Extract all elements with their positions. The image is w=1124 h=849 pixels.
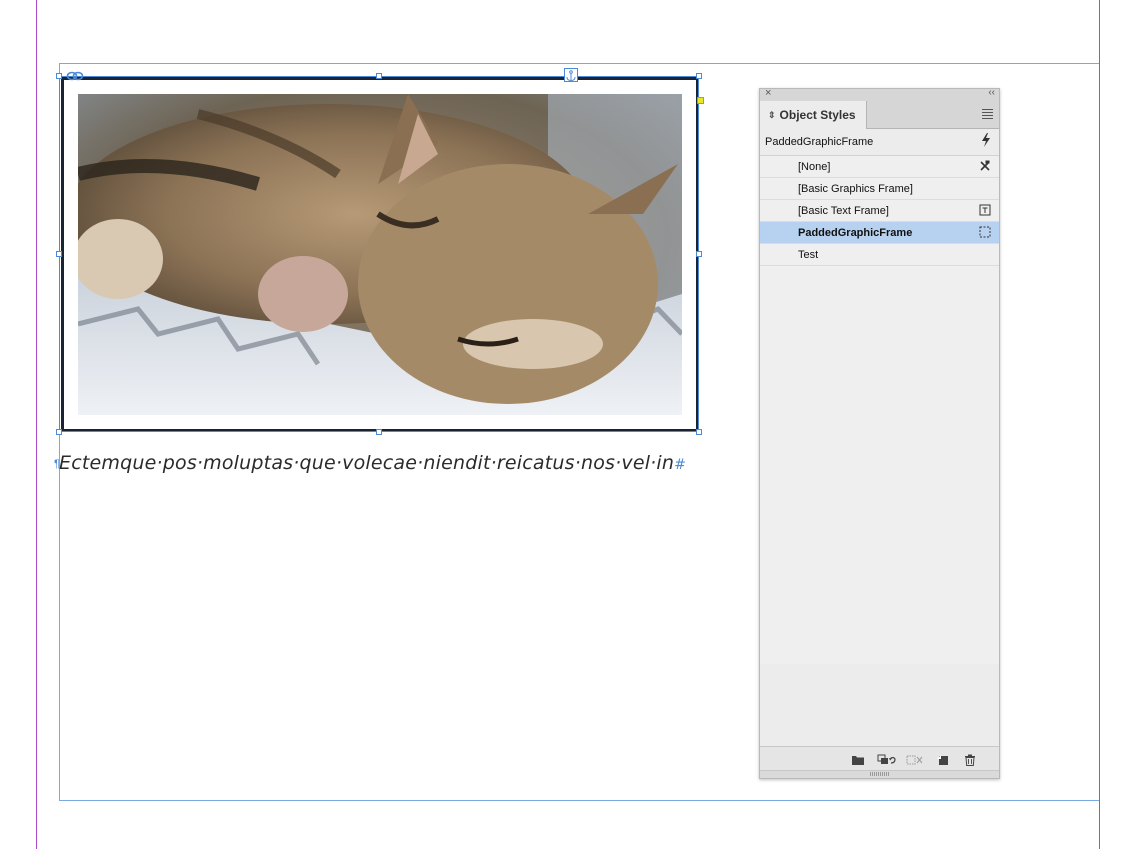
style-item-basic-text-frame[interactable]: [Basic Text Frame]: [760, 200, 999, 222]
panel-menu-icon[interactable]: [982, 109, 993, 121]
link-icon[interactable]: [66, 71, 84, 81]
tab-object-styles[interactable]: ⇕ Object Styles: [760, 101, 867, 129]
current-style-row: PaddedGraphicFrame: [760, 129, 999, 156]
clear-overrides-icon: [980, 160, 990, 171]
style-label: [Basic Graphics Frame]: [798, 182, 913, 195]
frame-selection-bounds: [59, 76, 699, 432]
resize-handle-middle-left[interactable]: [56, 251, 62, 257]
style-label: Test: [798, 248, 819, 261]
panel-title-bar[interactable]: × ‹‹: [760, 87, 999, 101]
expand-arrows-icon: ⇕: [768, 109, 776, 120]
current-style-name: PaddedGraphicFrame: [765, 136, 874, 148]
styles-list: [None] [Basic Graphics Frame] [Basic Tex…: [760, 156, 999, 664]
resize-handle-top-center[interactable]: [376, 73, 382, 79]
resize-handle-bottom-left[interactable]: [56, 429, 62, 435]
collapse-icon[interactable]: ‹‹: [988, 87, 995, 98]
paragraph-mark: #: [674, 457, 687, 473]
style-label: PaddedGraphicFrame: [798, 226, 913, 239]
out-port[interactable]: [697, 97, 704, 104]
default-text-frame-icon: [979, 204, 991, 216]
page-edge-left: [36, 0, 37, 849]
default-graphic-frame-icon: [979, 226, 991, 238]
close-icon[interactable]: ×: [765, 87, 771, 99]
clear-overrides-button-icon[interactable]: [877, 754, 897, 766]
style-label: [Basic Text Frame]: [798, 204, 889, 217]
resize-handle-top-right[interactable]: [696, 73, 702, 79]
panel-resize-grip[interactable]: [760, 770, 999, 778]
panel-footer: [760, 746, 999, 773]
body-text-line[interactable]: Ectemque·pos·moluptas·que·volecae·niendi…: [59, 452, 686, 474]
style-label: [None]: [798, 160, 831, 173]
style-item-test[interactable]: Test: [760, 244, 999, 266]
margin-guide-bottom: [59, 800, 1099, 801]
margin-guide-top: [59, 63, 1099, 64]
anchor-icon[interactable]: [564, 68, 578, 82]
body-text: Ectemque·pos·moluptas·que·volecae·niendi…: [59, 452, 675, 474]
quick-apply-icon[interactable]: [981, 133, 991, 147]
resize-handle-bottom-center[interactable]: [376, 429, 382, 435]
resize-handle-middle-right[interactable]: [696, 251, 702, 257]
style-item-basic-graphics-frame[interactable]: [Basic Graphics Frame]: [760, 178, 999, 200]
new-style-group-icon[interactable]: [851, 754, 865, 766]
clear-non-defined-attributes-icon[interactable]: [906, 754, 924, 766]
style-item-none[interactable]: [None]: [760, 156, 999, 178]
resize-handle-bottom-right[interactable]: [696, 429, 702, 435]
page-edge-right: [1099, 0, 1100, 849]
style-item-paddedgraphicframe[interactable]: PaddedGraphicFrame: [760, 222, 999, 244]
object-styles-panel[interactable]: × ‹‹ ⇕ Object Styles PaddedGraphicFrame …: [759, 87, 1000, 779]
create-new-style-icon[interactable]: [936, 754, 950, 766]
trash-icon[interactable]: [963, 754, 977, 766]
panel-tab-row: ⇕ Object Styles: [760, 101, 999, 129]
resize-handle-top-left[interactable]: [56, 73, 62, 79]
tab-label: Object Styles: [779, 108, 856, 122]
